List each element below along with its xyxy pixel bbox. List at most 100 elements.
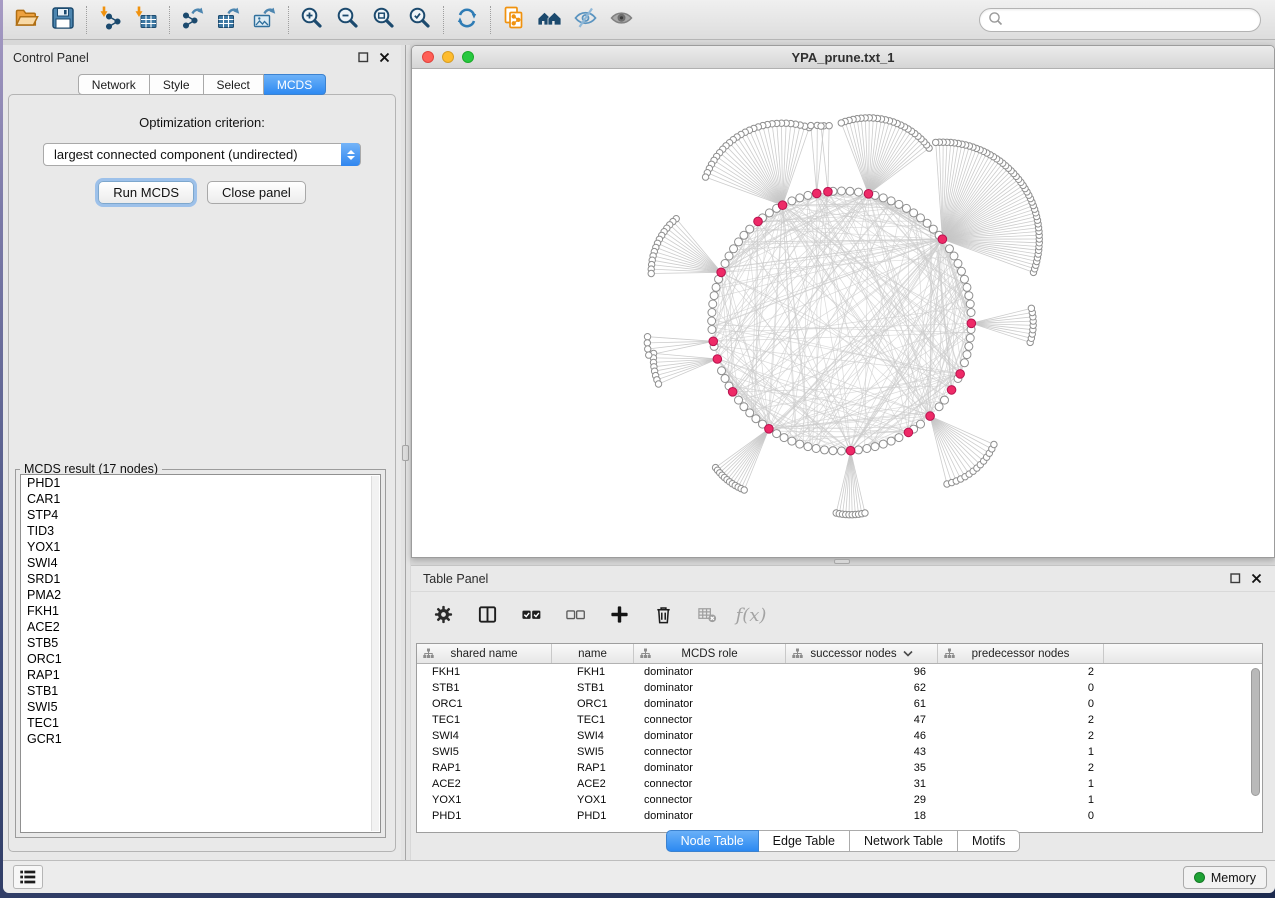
cell-successor-nodes[interactable]: 46 xyxy=(786,730,938,742)
zoom-in-button[interactable] xyxy=(294,4,330,36)
mcds-result-item[interactable]: TID3 xyxy=(21,523,380,539)
cell-shared-name[interactable]: YOX1 xyxy=(417,794,552,806)
refresh-network-button[interactable] xyxy=(449,4,485,36)
cell-MCDS-role[interactable]: dominator xyxy=(634,682,786,694)
open-file-button[interactable] xyxy=(9,4,45,36)
float-panel-icon[interactable] xyxy=(357,51,370,64)
cell-predecessor-nodes[interactable]: 2 xyxy=(938,762,1104,774)
run-mcds-button[interactable]: Run MCDS xyxy=(98,181,194,204)
table-row[interactable]: RAP1RAP1dominator352 xyxy=(417,760,1262,776)
cell-MCDS-role[interactable]: connector xyxy=(634,794,786,806)
cell-name[interactable]: SWI5 xyxy=(552,746,634,758)
cell-name[interactable]: FKH1 xyxy=(552,666,634,678)
home-button[interactable] xyxy=(532,4,568,36)
network-window-titlebar[interactable]: YPA_prune.txt_1 xyxy=(412,46,1274,69)
minimize-window-icon[interactable] xyxy=(442,51,454,63)
split-handle[interactable] xyxy=(402,445,409,461)
cell-name[interactable]: RAP1 xyxy=(552,762,634,774)
search-box[interactable] xyxy=(979,8,1261,32)
table-row[interactable]: YOX1YOX1connector291 xyxy=(417,792,1262,808)
mcds-result-item[interactable]: PHD1 xyxy=(21,475,380,491)
cell-shared-name[interactable]: ORC1 xyxy=(417,698,552,710)
zoom-selected-button[interactable] xyxy=(402,4,438,36)
mcds-result-item[interactable]: SWI4 xyxy=(21,555,380,571)
mcds-result-item[interactable]: FKH1 xyxy=(21,603,380,619)
cell-predecessor-nodes[interactable]: 1 xyxy=(938,778,1104,790)
select-all-check-button[interactable] xyxy=(513,599,549,633)
mcds-result-item[interactable]: STB1 xyxy=(21,683,380,699)
mcds-result-item[interactable]: ORC1 xyxy=(21,651,380,667)
cell-MCDS-role[interactable]: dominator xyxy=(634,730,786,742)
cell-shared-name[interactable]: SWI4 xyxy=(417,730,552,742)
import-network-button[interactable] xyxy=(92,4,128,36)
tab-mcds[interactable]: MCDS xyxy=(264,74,326,95)
split-handle[interactable] xyxy=(834,559,850,564)
close-panel-button[interactable]: Close panel xyxy=(207,181,306,204)
table-row[interactable]: SWI4SWI4dominator462 xyxy=(417,728,1262,744)
tab-node-table[interactable]: Node Table xyxy=(666,830,759,852)
tab-network-table[interactable]: Network Table xyxy=(850,830,958,852)
column-header-successor-nodes[interactable]: successor nodes xyxy=(786,644,938,663)
cell-successor-nodes[interactable]: 35 xyxy=(786,762,938,774)
export-network-button[interactable] xyxy=(175,4,211,36)
cell-shared-name[interactable]: PHD1 xyxy=(417,810,552,822)
show-columns-button[interactable] xyxy=(469,599,505,633)
deselect-all-button[interactable] xyxy=(557,599,593,633)
zoom-fit-button[interactable] xyxy=(366,4,402,36)
function-builder-button[interactable]: f(x) xyxy=(733,599,769,633)
cell-MCDS-role[interactable]: dominator xyxy=(634,698,786,710)
cell-successor-nodes[interactable]: 96 xyxy=(786,666,938,678)
cell-predecessor-nodes[interactable]: 1 xyxy=(938,794,1104,806)
cell-MCDS-role[interactable]: connector xyxy=(634,778,786,790)
cell-predecessor-nodes[interactable]: 0 xyxy=(938,698,1104,710)
column-header-shared-name[interactable]: shared name xyxy=(417,644,552,663)
mcds-result-item[interactable]: CAR1 xyxy=(21,491,380,507)
cell-successor-nodes[interactable]: 31 xyxy=(786,778,938,790)
cell-MCDS-role[interactable]: dominator xyxy=(634,762,786,774)
panel-menu-button[interactable] xyxy=(13,865,43,889)
cell-MCDS-role[interactable]: dominator xyxy=(634,666,786,678)
cell-shared-name[interactable]: TEC1 xyxy=(417,714,552,726)
mcds-result-item[interactable]: SWI5 xyxy=(21,699,380,715)
cell-name[interactable]: ACE2 xyxy=(552,778,634,790)
cell-name[interactable]: YOX1 xyxy=(552,794,634,806)
table-row[interactable]: ACE2ACE2connector311 xyxy=(417,776,1262,792)
cell-successor-nodes[interactable]: 62 xyxy=(786,682,938,694)
mcds-result-item[interactable]: STP4 xyxy=(21,507,380,523)
settings-gear-button[interactable] xyxy=(425,599,461,633)
cell-successor-nodes[interactable]: 47 xyxy=(786,714,938,726)
column-header-name[interactable]: name xyxy=(552,644,634,663)
cell-predecessor-nodes[interactable]: 2 xyxy=(938,714,1104,726)
tab-style[interactable]: Style xyxy=(150,74,204,95)
cell-successor-nodes[interactable]: 43 xyxy=(786,746,938,758)
export-image-button[interactable] xyxy=(247,4,283,36)
cell-name[interactable]: TEC1 xyxy=(552,714,634,726)
save-session-button[interactable] xyxy=(45,4,81,36)
optimization-select[interactable]: largest connected component (undirected) xyxy=(43,143,361,166)
tab-network[interactable]: Network xyxy=(78,74,150,95)
cell-successor-nodes[interactable]: 61 xyxy=(786,698,938,710)
delete-row-button[interactable] xyxy=(645,599,681,633)
horizontal-split-divider[interactable] xyxy=(410,558,1275,565)
cell-shared-name[interactable]: FKH1 xyxy=(417,666,552,678)
cell-shared-name[interactable]: ACE2 xyxy=(417,778,552,790)
close-window-icon[interactable] xyxy=(422,51,434,63)
close-panel-icon[interactable] xyxy=(378,51,391,64)
birds-eye-button[interactable] xyxy=(604,4,640,36)
table-row[interactable]: TEC1TEC1connector472 xyxy=(417,712,1262,728)
table-row[interactable]: PHD1PHD1dominator180 xyxy=(417,808,1262,824)
cell-name[interactable]: STB1 xyxy=(552,682,634,694)
import-table-button[interactable] xyxy=(128,4,164,36)
column-header-predecessor-nodes[interactable]: predecessor nodes xyxy=(938,644,1104,663)
network-canvas[interactable] xyxy=(412,69,1274,557)
mcds-result-item[interactable]: RAP1 xyxy=(21,667,380,683)
cell-successor-nodes[interactable]: 29 xyxy=(786,794,938,806)
cell-predecessor-nodes[interactable]: 1 xyxy=(938,746,1104,758)
cell-predecessor-nodes[interactable]: 2 xyxy=(938,730,1104,742)
column-header-MCDS-role[interactable]: MCDS role xyxy=(634,644,786,663)
cell-predecessor-nodes[interactable]: 0 xyxy=(938,810,1104,822)
tab-motifs[interactable]: Motifs xyxy=(958,830,1020,852)
cell-shared-name[interactable]: RAP1 xyxy=(417,762,552,774)
cell-predecessor-nodes[interactable]: 0 xyxy=(938,682,1104,694)
list-scrollbar-track[interactable] xyxy=(371,476,379,831)
